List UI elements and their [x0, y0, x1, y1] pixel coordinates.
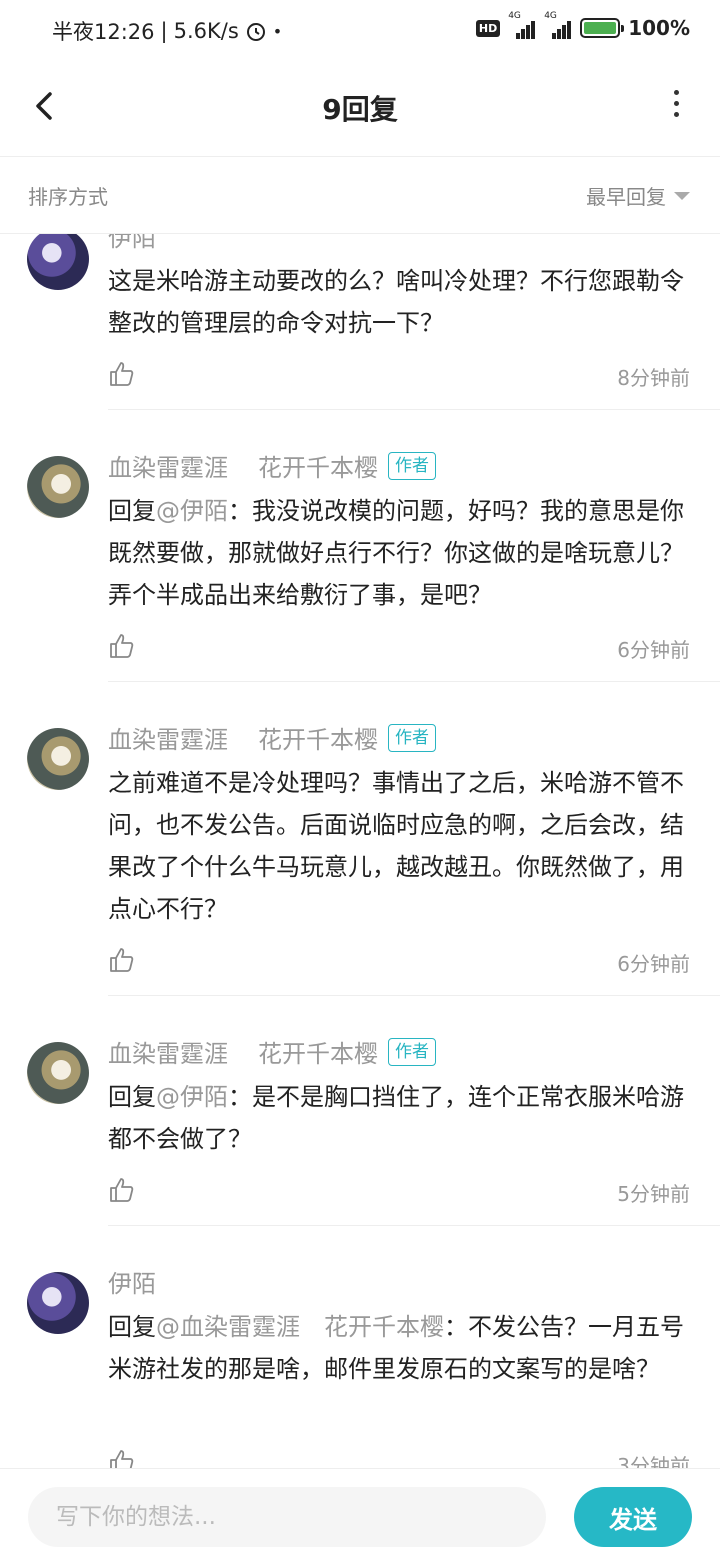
- status-divider: |: [160, 19, 168, 43]
- status-speed: 5.6K/s: [173, 19, 239, 43]
- comment-text[interactable]: 这是米哈游主动要改的么？啥叫冷处理？不行您跟勒令整改的管理层的命令对抗一下？: [108, 260, 698, 344]
- avatar[interactable]: [27, 234, 89, 290]
- comment-body: 这是米哈游主动要改的么？啥叫冷处理？不行您跟勒令整改的管理层的命令对抗一下？: [108, 267, 684, 337]
- comment-user-row: 血染雷霆涯 花开千本樱 作者: [108, 720, 436, 755]
- thumbs-up-icon[interactable]: [108, 1176, 136, 1204]
- reply-prefix: 回复: [108, 497, 156, 525]
- comment-user-row: 血染雷霆涯 花开千本樱 作者: [108, 1034, 436, 1069]
- alarm-icon: [246, 23, 265, 41]
- signal-1-icon: 4G: [508, 11, 536, 39]
- comment-item: 血染雷霆涯 花开千本樱 作者 回复@伊陌：我没说改模的问题，好吗？我的意思是你既…: [0, 410, 720, 682]
- status-time: 半夜12:26: [52, 20, 155, 44]
- battery-icon: [580, 18, 625, 38]
- author-badge: 作者: [388, 1037, 436, 1066]
- comment-item: 血染雷霆涯 花开千本樱 作者 回复@伊陌：是不是胸口挡住了，连个正常衣服米哈游都…: [0, 996, 720, 1226]
- status-right: HD 4G 4G 100%: [475, 11, 690, 40]
- comment-user-row: 血染雷霆涯 花开千本樱 作者: [108, 448, 436, 483]
- comment-username-suffix: 花开千本樱: [258, 726, 378, 754]
- status-left: 半夜12:26 | 5.6K/s •: [52, 16, 282, 46]
- network-type-1: 4G: [508, 11, 521, 21]
- reply-mention[interactable]: @血染雷霆涯 花开千本樱: [156, 1313, 444, 1341]
- more-options-icon[interactable]: [670, 90, 682, 120]
- notification-dot-icon: •: [272, 21, 283, 41]
- comment-username[interactable]: 血染雷霆涯: [108, 720, 228, 755]
- comment-time: 6分钟前: [617, 952, 690, 976]
- avatar[interactable]: [27, 456, 89, 518]
- comment-user-row: 伊陌: [108, 234, 156, 253]
- sort-bar: 排序方式 最早回复: [0, 157, 720, 234]
- network-type-2: 4G: [544, 11, 557, 21]
- battery-level: 100%: [628, 16, 690, 40]
- comment-text[interactable]: 之前难道不是冷处理吗？事情出了之后，米哈游不管不问，也不发公告。后面说临时应急的…: [108, 762, 698, 930]
- comment-username-suffix: 花开千本樱: [258, 1040, 378, 1068]
- hd-icon: HD: [475, 19, 501, 37]
- comment-body: 之前难道不是冷处理吗？事情出了之后，米哈游不管不问，也不发公告。后面说临时应急的…: [108, 769, 684, 923]
- comment-input[interactable]: [28, 1487, 546, 1547]
- thumbs-up-icon[interactable]: [108, 632, 136, 660]
- author-badge: 作者: [388, 723, 436, 752]
- comment-item: 血染雷霆涯 花开千本樱 作者 之前难道不是冷处理吗？事情出了之后，米哈游不管不问…: [0, 682, 720, 996]
- comment-time: 5分钟前: [617, 1182, 690, 1206]
- comment-time: 8分钟前: [617, 366, 690, 390]
- page-title: 9回复: [322, 93, 398, 126]
- reply-mention[interactable]: @伊陌: [156, 1083, 228, 1111]
- avatar[interactable]: [27, 728, 89, 790]
- comment-username[interactable]: 血染雷霆涯: [108, 448, 228, 483]
- comment-time: 6分钟前: [617, 638, 690, 662]
- comment-username[interactable]: 伊陌: [108, 234, 156, 253]
- sort-label: 排序方式: [28, 185, 108, 209]
- signal-2-icon: 4G: [544, 11, 572, 39]
- thumbs-up-icon[interactable]: [108, 360, 136, 388]
- comment-username[interactable]: 血染雷霆涯: [108, 1034, 228, 1069]
- comment-username-suffix: 花开千本樱: [258, 454, 378, 482]
- reply-mention[interactable]: @伊陌: [156, 497, 228, 525]
- send-button[interactable]: 发送: [574, 1487, 692, 1547]
- reply-prefix: 回复: [108, 1313, 156, 1341]
- comment-list[interactable]: 伊陌 这是米哈游主动要改的么？啥叫冷处理？不行您跟勒令整改的管理层的命令对抗一下…: [0, 234, 720, 1468]
- comment-username[interactable]: 伊陌: [108, 1264, 156, 1299]
- comment-user-row: 伊陌: [108, 1264, 156, 1299]
- comment-item: 伊陌 回复@血染雷霆涯 花开千本樱：不发公告？一月五号米游社发的那是啥，邮件里发…: [0, 1226, 720, 1468]
- thumbs-up-icon[interactable]: [108, 1448, 136, 1468]
- comment-time: 3分钟前: [617, 1454, 690, 1468]
- status-bar: 半夜12:26 | 5.6K/s • HD 4G 4G 100%: [0, 0, 720, 64]
- comment-text[interactable]: 回复@伊陌：我没说改模的问题，好吗？我的意思是你既然要做，那就做好点行不行？你这…: [108, 490, 698, 616]
- sort-dropdown[interactable]: 最早回复: [586, 181, 690, 210]
- caret-down-icon: [674, 191, 690, 200]
- comment-item: 伊陌 这是米哈游主动要改的么？啥叫冷处理？不行您跟勒令整改的管理层的命令对抗一下…: [0, 234, 720, 410]
- comment-text[interactable]: 回复@伊陌：是不是胸口挡住了，连个正常衣服米哈游都不会做了？: [108, 1076, 698, 1160]
- avatar[interactable]: [27, 1042, 89, 1104]
- comment-text[interactable]: 回复@血染雷霆涯 花开千本樱：不发公告？一月五号米游社发的那是啥，邮件里发原石的…: [108, 1306, 698, 1390]
- sort-value: 最早回复: [586, 185, 666, 209]
- nav-bar: 9回复: [0, 64, 720, 157]
- author-badge: 作者: [388, 451, 436, 480]
- reply-prefix: 回复: [108, 1083, 156, 1111]
- thumbs-up-icon[interactable]: [108, 946, 136, 974]
- avatar[interactable]: [27, 1272, 89, 1334]
- composer-bar: 发送: [0, 1468, 720, 1561]
